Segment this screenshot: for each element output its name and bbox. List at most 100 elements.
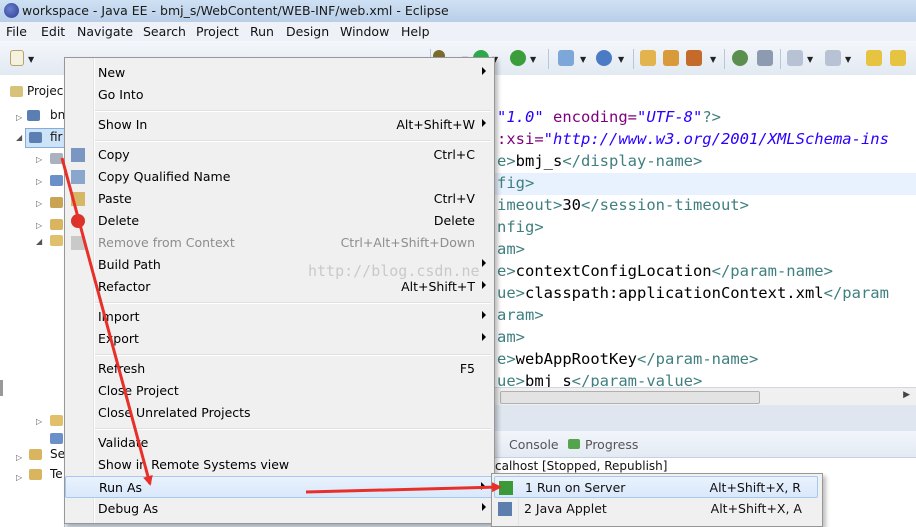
menu-item-build-path[interactable]: Build Path bbox=[65, 254, 494, 276]
code-line[interactable]: e>webAppRootKey</param-name> bbox=[497, 348, 758, 370]
back-icon[interactable] bbox=[890, 50, 906, 66]
run-external-icon[interactable] bbox=[510, 50, 526, 66]
tab-progress[interactable]: Progress bbox=[585, 437, 638, 452]
server-dropdown-icon[interactable]: ▼ bbox=[580, 55, 586, 64]
menu-file[interactable]: File bbox=[6, 24, 27, 39]
menu-item-go-into[interactable]: Go Into bbox=[65, 84, 494, 106]
menu-item-shortcut: Ctrl+V bbox=[433, 191, 475, 206]
code-line[interactable]: "1.0" encoding="UTF-8"?> bbox=[497, 106, 721, 128]
menu-item-debug-as[interactable]: Debug As bbox=[65, 498, 494, 520]
paste-icon bbox=[71, 192, 85, 206]
submenu-item-java-applet[interactable]: 2 Java Applet Alt+Shift+X, A bbox=[494, 498, 818, 520]
menu-item-run-as[interactable]: Run As bbox=[65, 476, 494, 498]
menu-item-label: Copy Qualified Name bbox=[98, 169, 231, 184]
menu-item-import[interactable]: Import bbox=[65, 306, 494, 328]
menu-item-refactor[interactable]: Refactor Alt+Shift+T bbox=[65, 276, 494, 298]
type-dropdown-icon[interactable]: ▼ bbox=[618, 55, 624, 64]
menu-item-label: Refresh bbox=[98, 361, 146, 376]
panel-splitter[interactable] bbox=[492, 405, 916, 431]
last-edit-icon[interactable] bbox=[866, 50, 882, 66]
expand-icon[interactable]: ▷ bbox=[36, 199, 42, 208]
new-dropdown-icon[interactable]: ▼ bbox=[28, 55, 34, 64]
expand-icon[interactable]: ▷ bbox=[36, 417, 42, 426]
submenu-item-run-server[interactable]: 1 Run on Server Alt+Shift+X, R bbox=[494, 476, 818, 498]
menu-item-copy-qualified-name[interactable]: Copy Qualified Name bbox=[65, 166, 494, 188]
scrollbar-thumb[interactable] bbox=[500, 391, 760, 404]
expand-icon[interactable]: ▷ bbox=[36, 221, 42, 230]
expand-icon[interactable]: ▷ bbox=[36, 177, 42, 186]
code-line[interactable]: ue>classpath:applicationContext.xml</par… bbox=[497, 282, 889, 304]
tree-item-bn[interactable]: bn bbox=[50, 108, 65, 122]
external-dropdown-icon[interactable]: ▼ bbox=[530, 55, 536, 64]
expand-icon[interactable]: ▷ bbox=[16, 473, 22, 482]
code-line[interactable]: e>contextConfigLocation</param-name> bbox=[497, 260, 833, 282]
globe-icon[interactable] bbox=[732, 50, 748, 66]
code-line[interactable]: e>bmj_s</display-name> bbox=[497, 150, 702, 172]
open-folder-icon[interactable] bbox=[640, 50, 656, 66]
menu-item-new[interactable]: New bbox=[65, 62, 494, 84]
menu-item-copy[interactable]: Copy Ctrl+C bbox=[65, 144, 494, 166]
toolbar-separator bbox=[633, 49, 634, 69]
menu-run[interactable]: Run bbox=[250, 24, 274, 39]
folder-icon bbox=[50, 175, 63, 186]
menu-item-close-unrelated-projects[interactable]: Close Unrelated Projects bbox=[65, 402, 494, 424]
menu-navigate[interactable]: Navigate bbox=[77, 24, 133, 39]
expand-icon[interactable]: ▷ bbox=[16, 113, 22, 122]
next-dropdown-icon[interactable]: ▼ bbox=[845, 55, 851, 64]
menu-search[interactable]: Search bbox=[143, 24, 186, 39]
code-line[interactable]: am> bbox=[497, 326, 525, 348]
java-applet-icon bbox=[498, 502, 512, 516]
collapse-icon[interactable]: ◢ bbox=[36, 237, 42, 246]
project-explorer-tab[interactable]: Projec bbox=[27, 84, 63, 98]
tree-item-te[interactable]: Te bbox=[50, 467, 63, 481]
expand-icon[interactable]: ▷ bbox=[16, 453, 22, 462]
server-status[interactable]: calhost [Stopped, Republish] bbox=[495, 459, 667, 473]
menu-item-shortcut: F5 bbox=[459, 361, 475, 376]
code-token: e> bbox=[497, 350, 516, 368]
tree-item-servers[interactable]: Se bbox=[50, 447, 65, 461]
marker-dropdown-icon[interactable]: ▼ bbox=[710, 55, 716, 64]
run-server-icon bbox=[499, 481, 513, 495]
code-line[interactable]: aram> bbox=[497, 304, 544, 326]
menu-item-delete[interactable]: Delete Delete bbox=[65, 210, 494, 232]
new-server-icon[interactable] bbox=[558, 50, 574, 66]
annotation-dropdown-icon[interactable]: ▼ bbox=[807, 55, 813, 64]
menu-item-close-project[interactable]: Close Project bbox=[65, 380, 494, 402]
menu-item-refresh[interactable]: Refresh F5 bbox=[65, 358, 494, 380]
open-type-icon[interactable] bbox=[596, 50, 612, 66]
folder-icon bbox=[50, 235, 63, 246]
menu-window[interactable]: Window bbox=[340, 24, 389, 39]
expand-icon[interactable]: ▷ bbox=[36, 155, 42, 164]
menu-item-validate[interactable]: Validate bbox=[65, 432, 494, 454]
menu-item-paste[interactable]: Paste Ctrl+V bbox=[65, 188, 494, 210]
next-annotation-icon[interactable] bbox=[825, 50, 841, 66]
menu-help[interactable]: Help bbox=[401, 24, 430, 39]
code-token: </session-timeout> bbox=[581, 196, 749, 214]
code-line[interactable]: imeout>30</session-timeout> bbox=[497, 194, 749, 216]
annotation-icon[interactable] bbox=[787, 50, 803, 66]
code-line[interactable]: fig> bbox=[497, 172, 534, 194]
menu-edit[interactable]: Edit bbox=[41, 24, 65, 39]
editor-horizontal-scrollbar[interactable]: ▶ bbox=[492, 387, 916, 406]
menu-item-export[interactable]: Export bbox=[65, 328, 494, 350]
menu-item-label: Run As bbox=[99, 480, 143, 495]
menu-item-label: Import bbox=[98, 309, 140, 324]
code-token: </display-name> bbox=[562, 152, 703, 170]
code-line[interactable]: :xsi="http://www.w3.org/2001/XMLSchema-i… bbox=[497, 128, 889, 150]
marker-icon[interactable] bbox=[686, 50, 702, 66]
search-icon[interactable] bbox=[757, 50, 773, 66]
menu-project[interactable]: Project bbox=[196, 24, 239, 39]
tree-item-fir[interactable]: fir bbox=[50, 130, 63, 144]
tab-console[interactable]: Console bbox=[509, 437, 559, 452]
menu-design[interactable]: Design bbox=[286, 24, 329, 39]
open-project-icon[interactable] bbox=[663, 50, 679, 66]
menu-item-show-in-remote-systems-view[interactable]: Show in Remote Systems view bbox=[65, 454, 494, 476]
xml-editor[interactable]: "1.0" encoding="UTF-8"?>:xsi="http://www… bbox=[492, 75, 916, 395]
progress-icon bbox=[568, 439, 580, 449]
code-line[interactable]: nfig> bbox=[497, 216, 544, 238]
code-line[interactable]: am> bbox=[497, 238, 525, 260]
menu-item-show-in[interactable]: Show In Alt+Shift+W bbox=[65, 114, 494, 136]
new-icon[interactable] bbox=[10, 50, 24, 66]
collapse-icon[interactable]: ◢ bbox=[16, 133, 22, 142]
scroll-right-icon[interactable]: ▶ bbox=[903, 390, 910, 400]
